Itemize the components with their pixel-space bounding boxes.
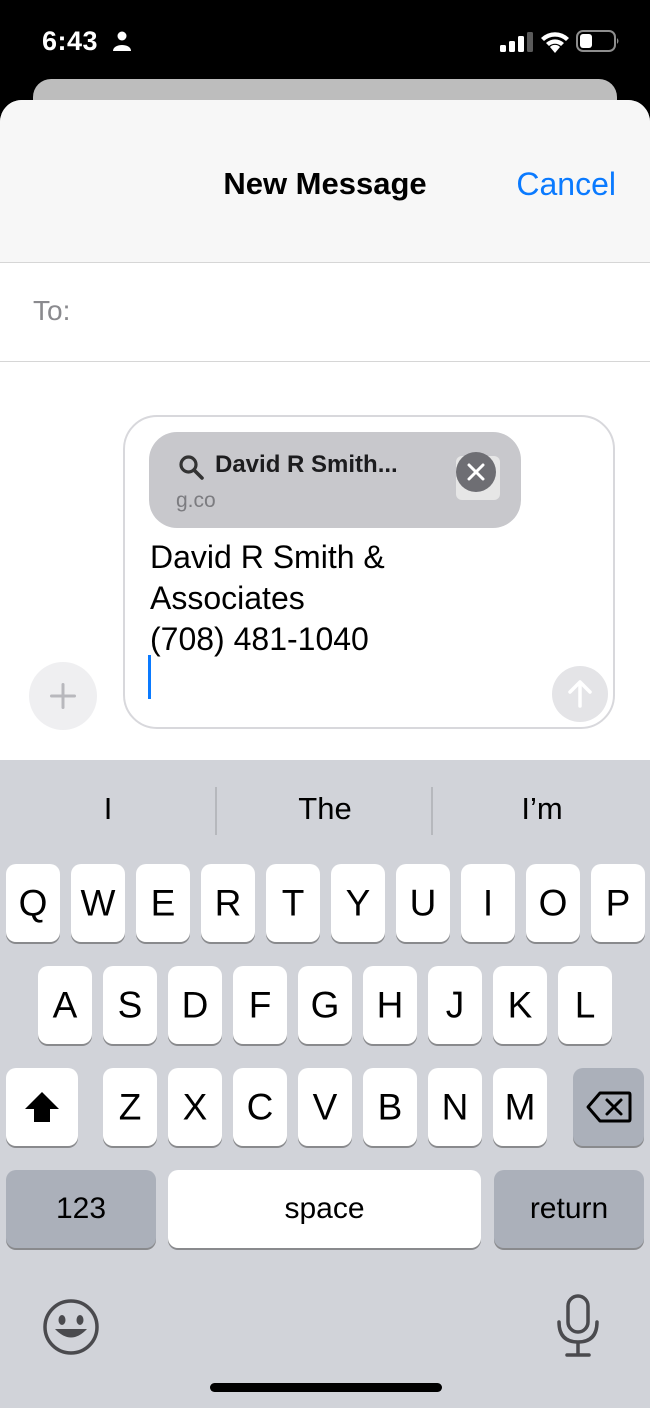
key-h[interactable]: H <box>363 966 417 1044</box>
key-k[interactable]: K <box>493 966 547 1044</box>
status-bar: 6:43 <box>0 0 650 80</box>
home-indicator[interactable] <box>210 1383 442 1392</box>
prediction-3[interactable]: I’m <box>434 791 650 827</box>
key-l[interactable]: L <box>558 966 612 1044</box>
key-q[interactable]: Q <box>6 864 60 942</box>
key-b[interactable]: B <box>363 1068 417 1146</box>
cancel-button[interactable]: Cancel <box>516 166 616 203</box>
key-f[interactable]: F <box>233 966 287 1044</box>
plus-icon <box>50 683 76 709</box>
send-button[interactable] <box>552 666 608 722</box>
key-n[interactable]: N <box>428 1068 482 1146</box>
text-cursor <box>148 655 151 699</box>
key-d[interactable]: D <box>168 966 222 1044</box>
search-icon <box>179 455 204 480</box>
shift-key[interactable] <box>6 1068 78 1146</box>
key-j[interactable]: J <box>428 966 482 1044</box>
wifi-icon <box>541 32 569 53</box>
link-preview-title: David R Smith... <box>215 451 398 478</box>
key-p[interactable]: P <box>591 864 645 942</box>
person-icon <box>113 31 131 51</box>
numbers-key[interactable]: 123 <box>6 1170 156 1248</box>
key-i[interactable]: I <box>461 864 515 942</box>
key-t[interactable]: T <box>266 864 320 942</box>
apps-plus-button[interactable] <box>29 662 97 730</box>
key-z[interactable]: Z <box>103 1068 157 1146</box>
key-c[interactable]: C <box>233 1068 287 1146</box>
battery-icon <box>576 30 619 52</box>
key-a[interactable]: A <box>38 966 92 1044</box>
key-s[interactable]: S <box>103 966 157 1044</box>
remove-preview-button[interactable] <box>456 452 496 492</box>
backspace-icon <box>586 1091 632 1123</box>
link-preview-domain: g.co <box>176 489 216 512</box>
predictive-text-bar: I The I’m <box>0 760 650 860</box>
delete-key[interactable] <box>573 1068 644 1146</box>
key-u[interactable]: U <box>396 864 450 942</box>
nav-bar: New Message Cancel <box>0 100 650 263</box>
key-m[interactable]: M <box>493 1068 547 1146</box>
space-key[interactable]: space <box>168 1170 481 1248</box>
recipient-field[interactable]: To: <box>0 263 650 362</box>
to-label: To: <box>33 295 71 326</box>
message-compose-field[interactable]: David R Smith... g.co David R Smith & As… <box>123 415 615 729</box>
key-o[interactable]: O <box>526 864 580 942</box>
key-v[interactable]: V <box>298 1068 352 1146</box>
key-x[interactable]: X <box>168 1068 222 1146</box>
emoji-icon[interactable] <box>42 1298 100 1356</box>
key-e[interactable]: E <box>136 864 190 942</box>
prediction-2[interactable]: The <box>217 791 433 827</box>
shift-icon <box>25 1092 59 1122</box>
key-r[interactable]: R <box>201 864 255 942</box>
key-g[interactable]: G <box>298 966 352 1044</box>
status-time: 6:43 <box>42 26 99 56</box>
return-key[interactable]: return <box>494 1170 644 1248</box>
prediction-1[interactable]: I <box>0 791 216 827</box>
cellular-signal-icon <box>500 32 533 52</box>
message-text: David R Smith & Associates (708) 481-104… <box>150 539 385 657</box>
microphone-icon[interactable] <box>555 1294 601 1358</box>
arrow-up-icon <box>568 680 592 708</box>
link-preview[interactable]: David R Smith... g.co <box>149 432 521 528</box>
key-w[interactable]: W <box>71 864 125 942</box>
close-icon <box>467 463 485 481</box>
key-y[interactable]: Y <box>331 864 385 942</box>
prediction-divider <box>431 787 433 835</box>
